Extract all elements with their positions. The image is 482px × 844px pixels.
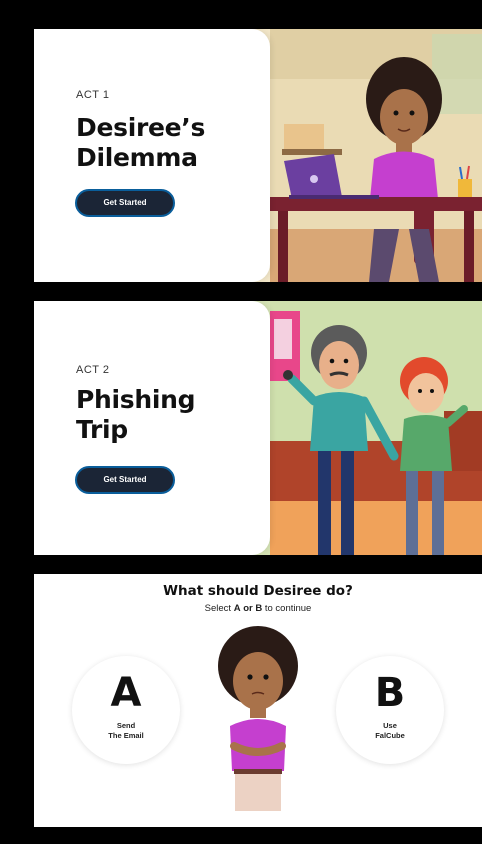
instruction-option-a: A	[233, 603, 241, 614]
act-1-info: ACT 1 Desiree’s Dilemma Get Started	[34, 29, 270, 282]
act-title-line-1: Phishing	[76, 385, 196, 414]
instruction-or: or	[243, 603, 253, 614]
act-2-info: ACT 2 Phishing Trip Get Started	[34, 301, 270, 555]
option-b-button[interactable]: B Use FalCube	[336, 656, 444, 764]
act-label: ACT 2	[76, 364, 110, 376]
option-a-button[interactable]: A Send The Email	[72, 656, 180, 764]
act-2-card: ACT 2 Phishing Trip Get Started	[34, 301, 482, 555]
option-label-line-2: FalCube	[375, 731, 405, 740]
question-title: What should Desiree do?	[163, 583, 353, 599]
option-letter: B	[374, 670, 406, 716]
get-started-button[interactable]: Get Started	[75, 189, 175, 217]
option-label-line-2: The Email	[108, 731, 144, 740]
act-1-card: ACT 1 Desiree’s Dilemma Get Started	[34, 29, 482, 282]
act-title-line-2: Dilemma	[76, 143, 198, 172]
question-instruction: Select A or B to continue	[34, 603, 482, 614]
act-title: Desiree’s Dilemma	[76, 113, 261, 173]
act-title: Phishing Trip	[76, 385, 261, 445]
decision-panel: What should Desiree do? Select A or B to…	[34, 574, 482, 827]
desiree-character	[218, 626, 298, 811]
option-label-line-1: Use	[383, 721, 397, 730]
act-title-line-2: Trip	[76, 415, 128, 444]
act-title-line-1: Desiree’s	[76, 113, 206, 142]
instruction-prefix: Select	[204, 603, 232, 614]
instruction-option-b: B	[255, 603, 263, 614]
instruction-suffix: to continue	[264, 603, 312, 614]
option-label-line-1: Send	[116, 721, 136, 730]
get-started-button[interactable]: Get Started	[75, 466, 175, 494]
option-letter: A	[110, 670, 142, 716]
act-label: ACT 1	[76, 89, 110, 101]
